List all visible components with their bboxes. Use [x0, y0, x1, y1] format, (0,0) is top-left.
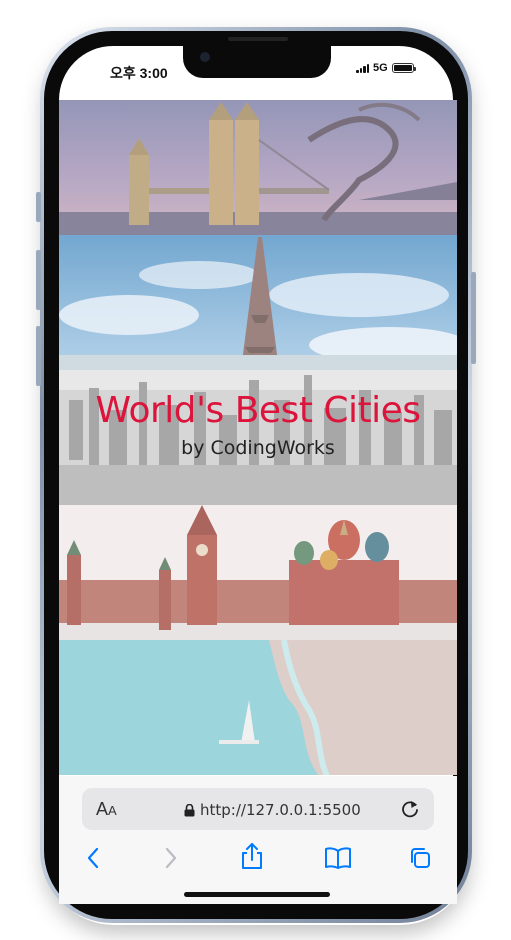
reload-icon[interactable] — [400, 798, 420, 825]
city-image-dubai — [59, 640, 457, 775]
bookmarks-icon[interactable] — [324, 846, 352, 875]
text-size-small-label: A — [108, 803, 117, 818]
hero: World's Best Cities by CodingWorks — [59, 390, 457, 459]
battery-icon — [391, 63, 416, 73]
power-button — [471, 272, 476, 364]
signal-icon — [356, 63, 369, 73]
status-indicators: 5G — [356, 62, 416, 74]
status-time: 오후 3:00 — [110, 65, 168, 81]
lock-icon — [184, 803, 195, 822]
silent-switch — [36, 192, 41, 222]
notch — [183, 46, 331, 78]
back-icon[interactable] — [86, 846, 100, 875]
camera — [200, 52, 210, 62]
page-subtitle: by CodingWorks — [181, 437, 335, 459]
network-label: 5G — [373, 62, 388, 74]
forward-icon[interactable] — [164, 846, 178, 875]
city-image-paris — [59, 235, 457, 370]
url-text[interactable]: http://127.0.0.1:5500 — [200, 801, 361, 819]
text-size-button[interactable]: AA — [96, 799, 117, 820]
city-image-london — [59, 100, 457, 235]
speaker — [228, 37, 288, 41]
volume-up-button — [36, 250, 41, 310]
home-indicator — [184, 892, 330, 897]
volume-down-button — [36, 326, 41, 386]
tabs-icon[interactable] — [408, 846, 432, 875]
text-size-big-label: A — [96, 799, 109, 819]
share-icon[interactable] — [240, 842, 264, 875]
page-title: World's Best Cities — [95, 390, 421, 431]
city-image-moscow — [59, 505, 457, 640]
